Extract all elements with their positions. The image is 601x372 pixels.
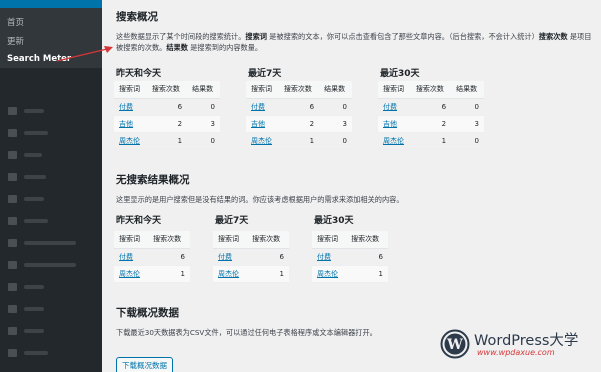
table-row: 吉他 2 3 xyxy=(378,115,484,133)
store-icon xyxy=(8,239,17,247)
table-row: 付费 6 xyxy=(312,248,388,266)
noresults-column-title-last-30-days: 最近30天 xyxy=(314,216,354,226)
header-term: 搜索词 xyxy=(114,81,147,99)
sidebar-item[interactable] xyxy=(0,144,102,166)
header-count: 搜索次数 xyxy=(146,81,188,99)
column-title-last-7-days: 最近7天 xyxy=(248,69,282,79)
table-row: 付费 6 xyxy=(114,248,190,266)
sidebar-dashboard-selected[interactable] xyxy=(0,0,102,8)
column-title-last-30-days: 最近30天 xyxy=(380,69,420,79)
search-term-link[interactable]: 付费 xyxy=(119,253,133,261)
sidebar-item[interactable] xyxy=(0,232,102,254)
sidebar-item[interactable] xyxy=(0,210,102,232)
noresults-title: 无搜索结果概况 xyxy=(116,174,190,186)
search-term-link[interactable]: 周杰伦 xyxy=(218,270,239,278)
sidebar-item[interactable] xyxy=(0,188,102,210)
search-term-link[interactable]: 付费 xyxy=(317,253,331,261)
summary-table-last-7-days: 搜索词 搜索次数 结果数 付费 6 0 吉他 2 3 周杰伦 1 0 xyxy=(246,81,352,150)
search-term-link[interactable]: 周杰伦 xyxy=(251,137,272,145)
search-term-link[interactable]: 周杰伦 xyxy=(119,137,140,145)
download-summary-button[interactable]: 下载概况数据 xyxy=(116,357,173,372)
noresults-column-title-last-7-days: 最近7天 xyxy=(215,216,249,226)
table-row: 周杰伦 1 0 xyxy=(114,132,220,150)
tools-icon xyxy=(8,305,17,313)
summary-table-last-30-days: 搜索词 搜索次数 结果数 付费 6 0 吉他 2 3 周杰伦 1 0 xyxy=(378,81,484,150)
noresults-table-last-7-days: 搜索词 搜索次数 付费 6 周杰伦 1 xyxy=(213,231,289,283)
settings-icon xyxy=(8,327,17,335)
table-row: 付费 6 0 xyxy=(246,98,352,116)
search-term-link[interactable]: 付费 xyxy=(251,103,265,111)
search-term-link[interactable]: 周杰伦 xyxy=(119,270,140,278)
summary-table-yesterday-today: 搜索词 搜索次数 结果数 付费 6 0 吉他 2 3 周杰伦 1 0 xyxy=(114,81,220,150)
table-row: 付费 6 0 xyxy=(378,98,484,116)
table-row: 付费 6 0 xyxy=(114,98,220,116)
column-title-yesterday-today: 昨天和今天 xyxy=(116,69,162,79)
media-icon xyxy=(8,129,17,137)
search-term-link[interactable]: 吉他 xyxy=(119,120,133,128)
summary-description: 这些数据显示了某个时间段的搜索统计。搜索词 是被搜索的文本，你可以点击查看包含了… xyxy=(116,32,592,52)
table-row: 周杰伦 1 xyxy=(213,265,289,283)
submenu-item-updates[interactable]: 更新 xyxy=(7,35,24,47)
misc-icon xyxy=(8,349,17,357)
search-term-link[interactable]: 付费 xyxy=(119,103,133,111)
sidebar-item[interactable] xyxy=(0,254,102,276)
search-term-link[interactable]: 付费 xyxy=(218,253,232,261)
submenu-item-home[interactable]: 首页 xyxy=(7,16,24,28)
table-row: 吉他 2 3 xyxy=(246,115,352,133)
search-term-link[interactable]: 吉他 xyxy=(251,120,265,128)
noresults-column-title-yesterday-today: 昨天和今天 xyxy=(116,216,162,226)
watermark-title: WordPress大学 xyxy=(474,333,579,349)
page-icon xyxy=(8,151,17,159)
plugin-icon xyxy=(8,217,17,225)
sidebar-item[interactable] xyxy=(0,166,102,188)
appearance-icon xyxy=(8,195,17,203)
watermark: W WordPress大学 www.wpdaxue.com xyxy=(440,325,600,365)
pin-icon xyxy=(8,107,17,115)
table-row: 周杰伦 1 0 xyxy=(378,132,484,150)
sidebar-item[interactable] xyxy=(0,276,102,298)
annotation-arrow-icon xyxy=(56,46,113,62)
users-icon xyxy=(8,283,17,291)
sidebar-item[interactable] xyxy=(0,298,102,320)
sidebar-item[interactable] xyxy=(0,122,102,144)
watermark-url: www.wpdaxue.com xyxy=(477,348,555,357)
table-row: 周杰伦 1 xyxy=(114,265,190,283)
header-results: 结果数 xyxy=(187,81,220,99)
table-row: 周杰伦 1 xyxy=(312,265,388,283)
search-term-link[interactable]: 周杰伦 xyxy=(317,270,338,278)
download-title: 下载概况数据 xyxy=(116,307,179,319)
noresults-table-yesterday-today: 搜索词 搜索次数 付费 6 周杰伦 1 xyxy=(114,231,190,283)
search-term-link[interactable]: 吉他 xyxy=(383,120,397,128)
wordpress-logo-icon: W xyxy=(440,329,470,359)
search-term-link[interactable]: 周杰伦 xyxy=(383,137,404,145)
comment-icon xyxy=(8,173,17,181)
sidebar-item[interactable] xyxy=(0,100,102,122)
summary-title: 搜索概况 xyxy=(116,11,158,23)
table-row: 付费 6 xyxy=(213,248,289,266)
sidebar-item[interactable] xyxy=(0,342,102,364)
search-term-link[interactable]: 付费 xyxy=(383,103,397,111)
noresults-description: 这里显示的是用户搜索但是没有结果的词。你应该考虑根据用户的需求来添加相关的内容。 xyxy=(116,195,404,204)
table-row: 吉他 2 3 xyxy=(114,115,220,133)
svg-text:W: W xyxy=(446,337,463,353)
store-icon xyxy=(8,261,17,269)
sidebar-item[interactable] xyxy=(0,320,102,342)
table-row: 周杰伦 1 0 xyxy=(246,132,352,150)
noresults-table-last-30-days: 搜索词 搜索次数 付费 6 周杰伦 1 xyxy=(312,231,388,283)
